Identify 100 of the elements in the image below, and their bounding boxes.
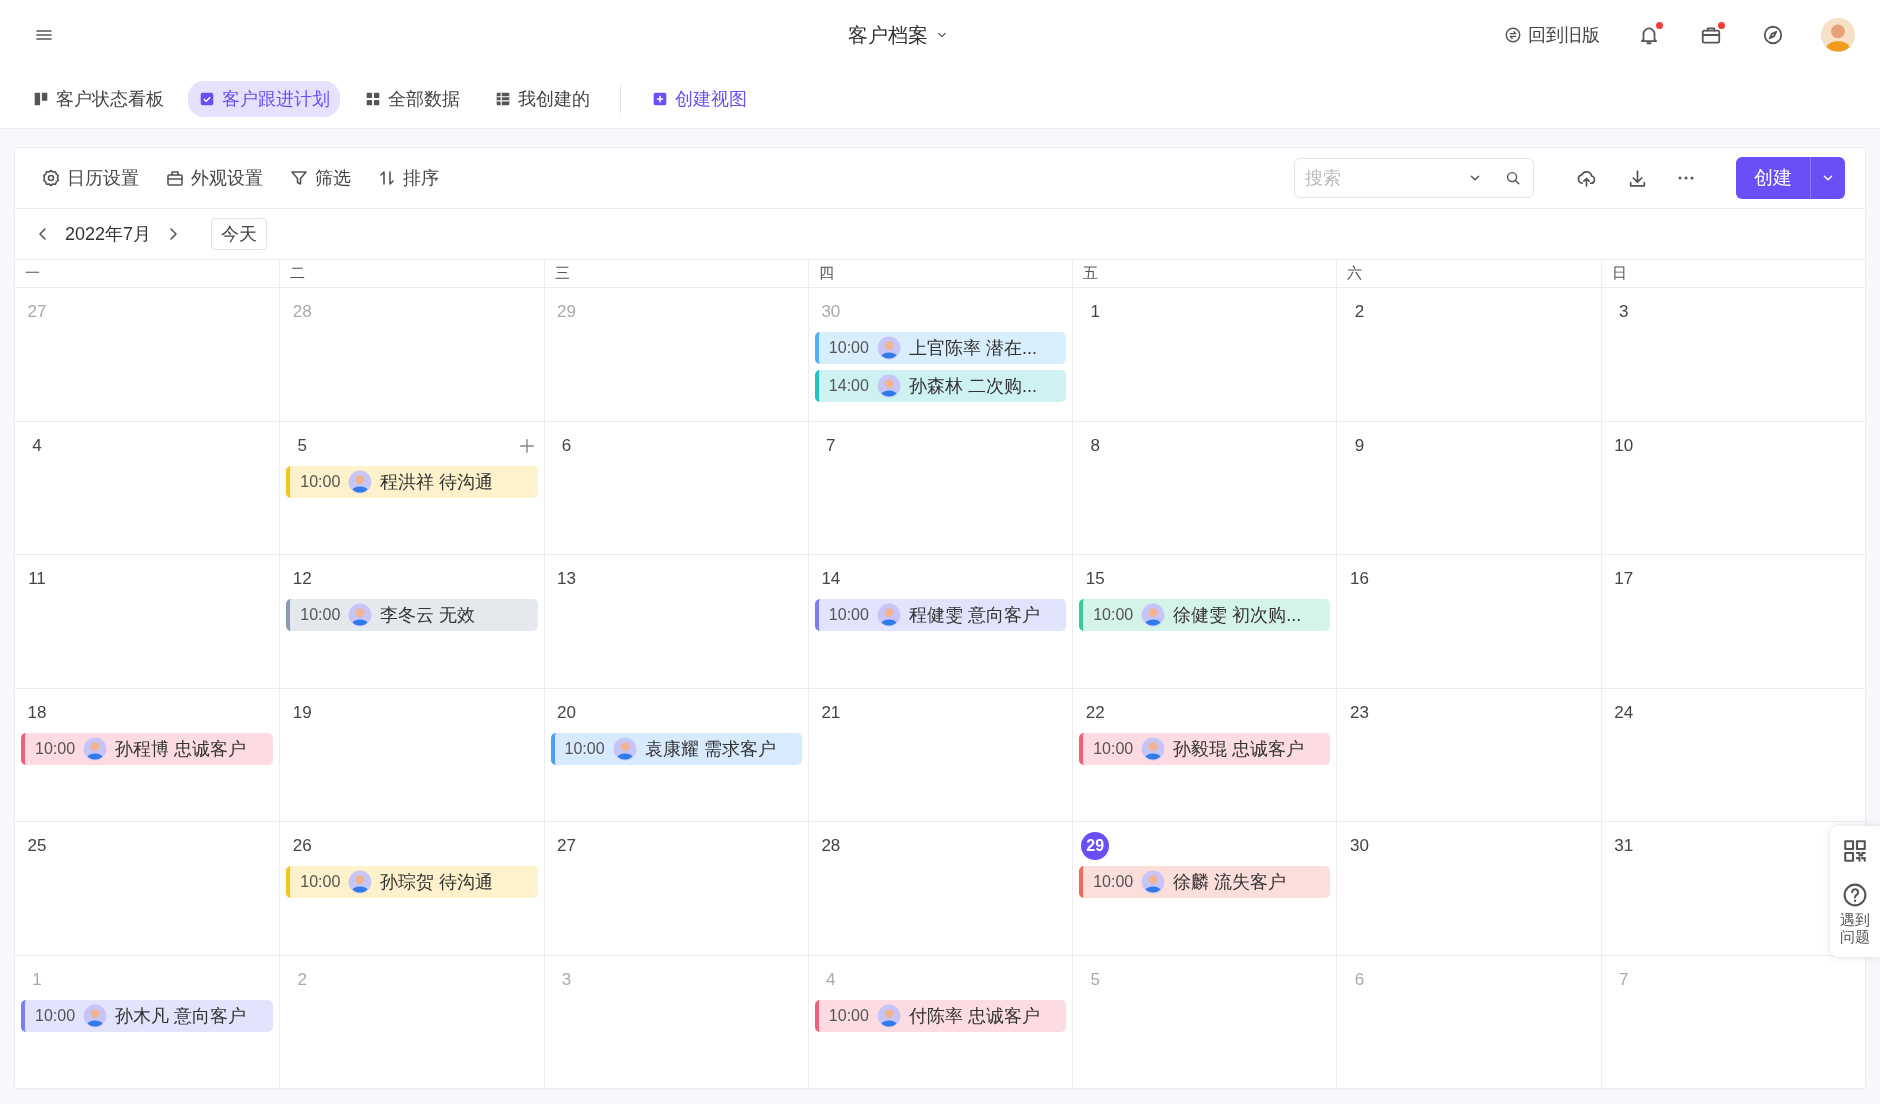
day-number: 7 (1617, 968, 1630, 991)
avatar-icon (1141, 736, 1166, 761)
day-number: 30 (820, 301, 842, 323)
day-number: 22 (1084, 701, 1106, 724)
toolbar-button[interactable]: 排序 (371, 162, 445, 194)
avatar-icon (83, 736, 108, 761)
toolbar-button[interactable]: 日历设置 (35, 162, 145, 194)
event-title: 孙森林 二次购... (908, 375, 1037, 398)
weekday-label: 六 (1336, 260, 1601, 287)
event-time: 10:00 (564, 739, 605, 758)
day-number: 15 (1084, 568, 1106, 590)
day-number: 26 (291, 835, 313, 857)
calendar-event[interactable]: 10:00 上官陈率 潜在... (814, 332, 1067, 364)
calendar-event[interactable]: 10:00 袁康耀 需求客户 (550, 732, 802, 765)
download-icon (1627, 167, 1648, 189)
day-number: 27 (556, 835, 577, 857)
event-title: 孙程博 忠诚客户 (115, 737, 247, 761)
calendar-event[interactable]: 10:00 孙木凡 意向客户 (21, 999, 274, 1032)
day-number: 24 (1613, 701, 1635, 724)
day-number: 21 (820, 701, 842, 724)
day-number: 18 (26, 701, 48, 724)
day-number: 6 (560, 434, 573, 457)
calendar-event[interactable]: 10:00 孙琮贺 待沟通 (286, 866, 538, 898)
view-tab[interactable]: 我创建的 (484, 81, 600, 117)
user-avatar[interactable] (1820, 17, 1856, 53)
search-field[interactable]: 搜索 (1294, 158, 1534, 198)
day-number: 28 (291, 301, 313, 323)
avatar-icon (348, 469, 373, 494)
day-number: 12 (291, 568, 313, 590)
avatar-icon (612, 736, 637, 761)
calendar-event[interactable]: 10:00 付陈率 忠诚客户 (814, 999, 1067, 1032)
search-icon (1504, 169, 1522, 187)
event-time: 10:00 (300, 472, 341, 491)
event-time: 10:00 (828, 1006, 869, 1025)
qr-code-icon (1842, 838, 1868, 864)
day-number: 17 (1613, 568, 1635, 590)
calendar-event[interactable]: 10:00 徐健雯 初次购... (1079, 599, 1331, 631)
calendar-event[interactable]: 10:00 孙毅琨 忠诚客户 (1079, 732, 1331, 765)
event-time: 10:00 (300, 606, 341, 624)
event-title: 李冬云 无效 (380, 604, 476, 627)
day-number: 5 (296, 434, 308, 457)
event-time: 10:00 (35, 739, 76, 758)
weekday-label: 四 (807, 260, 1073, 287)
create-button[interactable]: 创建 (1736, 157, 1810, 199)
calendar-event[interactable]: 10:00 孙程博 忠诚客户 (21, 732, 274, 765)
avatar-icon (876, 336, 901, 360)
toolbar-button[interactable]: 筛选 (283, 162, 357, 194)
day-number: 1 (1089, 301, 1101, 323)
event-title: 程健雯 意向客户 (908, 604, 1040, 627)
day-number: 14 (820, 568, 842, 590)
avatar-icon (1141, 603, 1166, 627)
event-time: 14:00 (828, 377, 869, 395)
event-title: 孙琮贺 待沟通 (380, 871, 494, 894)
event-title: 孙毅琨 忠诚客户 (1173, 737, 1305, 761)
help-icon (1842, 882, 1868, 908)
today-button[interactable]: 今天 (211, 218, 268, 250)
title-dropdown[interactable]: 客户档案 (844, 17, 954, 53)
day-number: 28 (820, 835, 842, 857)
weekday-label: 一 (24, 263, 41, 283)
month-label: 2022年7月 (65, 223, 152, 246)
view-tab[interactable]: 客户状态看板 (22, 81, 174, 117)
more-icon (1678, 176, 1694, 180)
day-number: 7 (825, 434, 837, 457)
filter-icon (289, 168, 309, 188)
event-title: 程洪祥 待沟通 (380, 470, 494, 494)
calendar-event[interactable]: 10:00 程洪祥 待沟通 (286, 465, 538, 498)
toolbar-button[interactable]: 外观设置 (159, 162, 269, 194)
avatar-icon (83, 1003, 108, 1028)
create-view-button[interactable]: 创建视图 (641, 81, 757, 117)
weekday-label: 日 (1600, 260, 1865, 287)
qr-code-button[interactable] (1842, 838, 1868, 864)
event-time: 10:00 (35, 1006, 76, 1025)
day-number: 4 (31, 434, 43, 457)
calendar-event[interactable]: 14:00 孙森林 二次购... (814, 370, 1067, 402)
weekday-label: 三 (543, 260, 808, 287)
day-number: 27 (26, 301, 48, 323)
day-number: 20 (556, 701, 577, 724)
day-number: 31 (1613, 835, 1635, 857)
avatar-icon (348, 870, 373, 894)
create-dropdown-button[interactable] (1810, 157, 1845, 199)
event-time: 10:00 (300, 873, 341, 891)
view-tab[interactable]: 客户跟进计划 (188, 81, 340, 117)
avatar-icon (876, 374, 901, 398)
gear-icon (41, 168, 61, 188)
event-title: 付陈率 忠诚客户 (908, 1004, 1040, 1028)
day-number: 3 (560, 968, 573, 991)
event-time: 10:00 (1093, 606, 1134, 624)
event-title: 孙木凡 意向客户 (115, 1004, 247, 1028)
event-time: 10:00 (828, 606, 869, 624)
calendar-event[interactable]: 10:00 李冬云 无效 (286, 599, 538, 631)
calendar-event[interactable]: 10:00 徐麟 流失客户 (1079, 866, 1331, 898)
swap-icon (1504, 26, 1522, 44)
old-version-link[interactable]: 回到旧版 (1500, 19, 1604, 51)
day-number: 23 (1348, 701, 1370, 724)
event-title: 徐麟 流失客户 (1173, 871, 1287, 894)
calendar-event[interactable]: 10:00 程健雯 意向客户 (814, 599, 1067, 631)
day-number: 13 (556, 568, 577, 590)
avatar-icon (876, 1003, 901, 1028)
view-tab[interactable]: 全部数据 (354, 81, 470, 117)
compass-icon (1762, 24, 1784, 46)
